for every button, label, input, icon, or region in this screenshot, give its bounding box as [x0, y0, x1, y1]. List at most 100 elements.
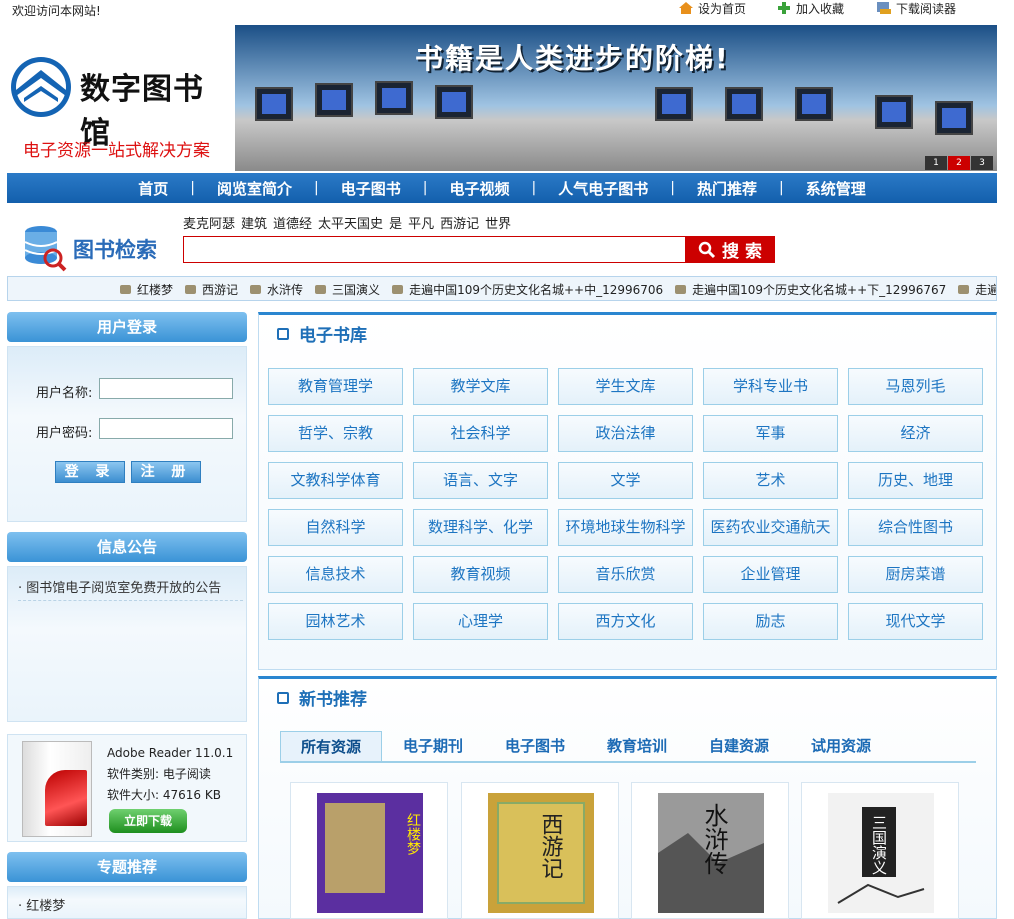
top-bar: 欢迎访问本网站! 设为首页 加入收藏 下载阅读器	[0, 0, 1014, 20]
password-field[interactable]	[99, 418, 233, 439]
tab-all-resources[interactable]: 所有资源	[280, 731, 382, 761]
book-cover-image: 西游记	[488, 793, 594, 913]
category-button[interactable]: 园林艺术	[268, 603, 403, 640]
category-button[interactable]: 数理科学、化学	[413, 509, 548, 546]
hot-keyword[interactable]: 麦克阿瑟	[183, 213, 235, 232]
category-button[interactable]: 社会科学	[413, 415, 548, 452]
set-homepage-link[interactable]: 设为首页	[678, 0, 746, 16]
category-button[interactable]: 厨房菜谱	[848, 556, 983, 593]
category-button[interactable]: 军事	[703, 415, 838, 452]
marquee-item[interactable]: 红楼梦	[120, 281, 173, 298]
home-icon	[679, 2, 693, 14]
category-button[interactable]: 教育管理学	[268, 368, 403, 405]
tab-trial[interactable]: 试用资源	[790, 731, 892, 761]
nav-home[interactable]: 首页	[116, 178, 190, 199]
category-button[interactable]: 文学	[558, 462, 693, 499]
new-books-title: 新书推荐	[299, 690, 367, 710]
category-button[interactable]: 政治法律	[558, 415, 693, 452]
marquee-item[interactable]: 走遍中国109个历史文化名城++下_12996767	[675, 281, 946, 298]
book-card[interactable]: 西游记	[461, 782, 619, 919]
category-button[interactable]: 哲学、宗教	[268, 415, 403, 452]
category-button[interactable]: 艺术	[703, 462, 838, 499]
site-slogan: 电子资源一站式解决方案	[23, 141, 210, 161]
download-reader-link[interactable]: 下载阅读器	[876, 0, 956, 16]
banner-monitor	[795, 87, 833, 121]
nav-reading-room[interactable]: 阅览室简介	[195, 178, 314, 199]
hot-keyword[interactable]: 平凡	[408, 213, 434, 232]
marquee-item[interactable]: 三国演义	[315, 281, 380, 298]
category-button[interactable]: 环境地球生物科学	[558, 509, 693, 546]
category-button[interactable]: 学科专业书	[703, 368, 838, 405]
marquee-item[interactable]: 走遍中	[958, 281, 996, 298]
search-button[interactable]: 搜 索	[685, 236, 775, 263]
category-button[interactable]: 教育视频	[413, 556, 548, 593]
category-button[interactable]: 文教科学体育	[268, 462, 403, 499]
banner-page-1[interactable]: 1	[925, 156, 947, 170]
category-button[interactable]: 现代文学	[848, 603, 983, 640]
nav-popular-ebooks[interactable]: 人气电子图书	[536, 178, 670, 199]
book-card[interactable]: 水浒传	[631, 782, 789, 919]
tab-ebooks[interactable]: 电子图书	[484, 731, 586, 761]
tab-training[interactable]: 教育培训	[586, 731, 688, 761]
category-button[interactable]: 自然科学	[268, 509, 403, 546]
software-size: 软件大小: 47616 KB	[107, 788, 221, 802]
book-card[interactable]: 三国演义	[801, 782, 959, 919]
notice-panel: · 图书馆电子阅览室免费开放的公告	[7, 566, 247, 722]
site-logo[interactable]: 数字图书馆	[8, 50, 230, 151]
register-button[interactable]: 注 册	[131, 461, 201, 483]
nav-videos[interactable]: 电子视频	[427, 178, 531, 199]
category-button[interactable]: 历史、地理	[848, 462, 983, 499]
notice-item-text: 图书馆电子阅览室免费开放的公告	[26, 581, 222, 596]
book-cover-title: 红楼梦	[405, 813, 421, 855]
marquee-item[interactable]: 西游记	[185, 281, 238, 298]
username-field[interactable]	[99, 378, 233, 399]
special-item[interactable]: · 红楼梦	[18, 895, 243, 918]
ebook-library-heading: 电子书库	[277, 321, 367, 346]
login-button[interactable]: 登 录	[55, 461, 125, 483]
category-button[interactable]: 音乐欣赏	[558, 556, 693, 593]
hot-keyword[interactable]: 建筑	[241, 213, 267, 232]
book-card[interactable]: 红楼梦	[290, 782, 448, 919]
hot-keyword[interactable]: 西游记	[440, 213, 479, 232]
category-button[interactable]: 学生文库	[558, 368, 693, 405]
category-button[interactable]: 语言、文字	[413, 462, 548, 499]
banner-monitor	[255, 87, 293, 121]
marquee-item[interactable]: 走遍中国109个历史文化名城++中_12996706	[392, 281, 663, 298]
search-input[interactable]	[183, 236, 686, 263]
book-cover-image: 三国演义	[828, 793, 934, 913]
nav-hot[interactable]: 热门推荐	[675, 178, 779, 199]
hot-keyword[interactable]: 道德经	[273, 213, 312, 232]
nav-ebooks[interactable]: 电子图书	[319, 178, 423, 199]
top-links: 设为首页 加入收藏 下载阅读器	[678, 0, 956, 16]
category-button[interactable]: 医药农业交通航天	[703, 509, 838, 546]
category-button[interactable]: 励志	[703, 603, 838, 640]
category-button[interactable]: 马恩列毛	[848, 368, 983, 405]
notice-item[interactable]: · 图书馆电子阅览室免费开放的公告	[18, 577, 243, 601]
category-button[interactable]: 西方文化	[558, 603, 693, 640]
category-button[interactable]: 信息技术	[268, 556, 403, 593]
hot-keyword[interactable]: 太平天国史	[318, 213, 383, 232]
book-cover-image: 红楼梦	[317, 793, 423, 913]
download-now-button[interactable]: 立即下载	[109, 809, 187, 833]
login-heading: 用户登录	[7, 312, 247, 342]
hot-keyword[interactable]: 世界	[485, 213, 511, 232]
banner-page-2[interactable]: 2	[948, 156, 970, 170]
category-button[interactable]: 综合性图书	[848, 509, 983, 546]
category-button[interactable]: 教学文库	[413, 368, 548, 405]
tab-journals[interactable]: 电子期刊	[382, 731, 484, 761]
book-cover-title: 三国演义	[870, 815, 888, 875]
category-button[interactable]: 经济	[848, 415, 983, 452]
category-button[interactable]: 企业管理	[703, 556, 838, 593]
tab-self-built[interactable]: 自建资源	[688, 731, 790, 761]
plus-icon	[778, 2, 791, 14]
banner-slideshow[interactable]: 书籍是人类进步的阶梯! 1 2 3	[235, 25, 997, 171]
hot-keyword[interactable]: 是	[389, 213, 402, 232]
book-cover-title: 水浒传	[700, 803, 728, 875]
marquee-item[interactable]: 水浒传	[250, 281, 303, 298]
banner-page-3[interactable]: 3	[971, 156, 993, 170]
welcome-text: 欢迎访问本网站!	[12, 4, 101, 18]
category-button[interactable]: 心理学	[413, 603, 548, 640]
add-favorite-link[interactable]: 加入收藏	[776, 0, 844, 16]
special-panel: · 红楼梦	[7, 886, 247, 919]
nav-admin[interactable]: 系统管理	[784, 178, 888, 199]
